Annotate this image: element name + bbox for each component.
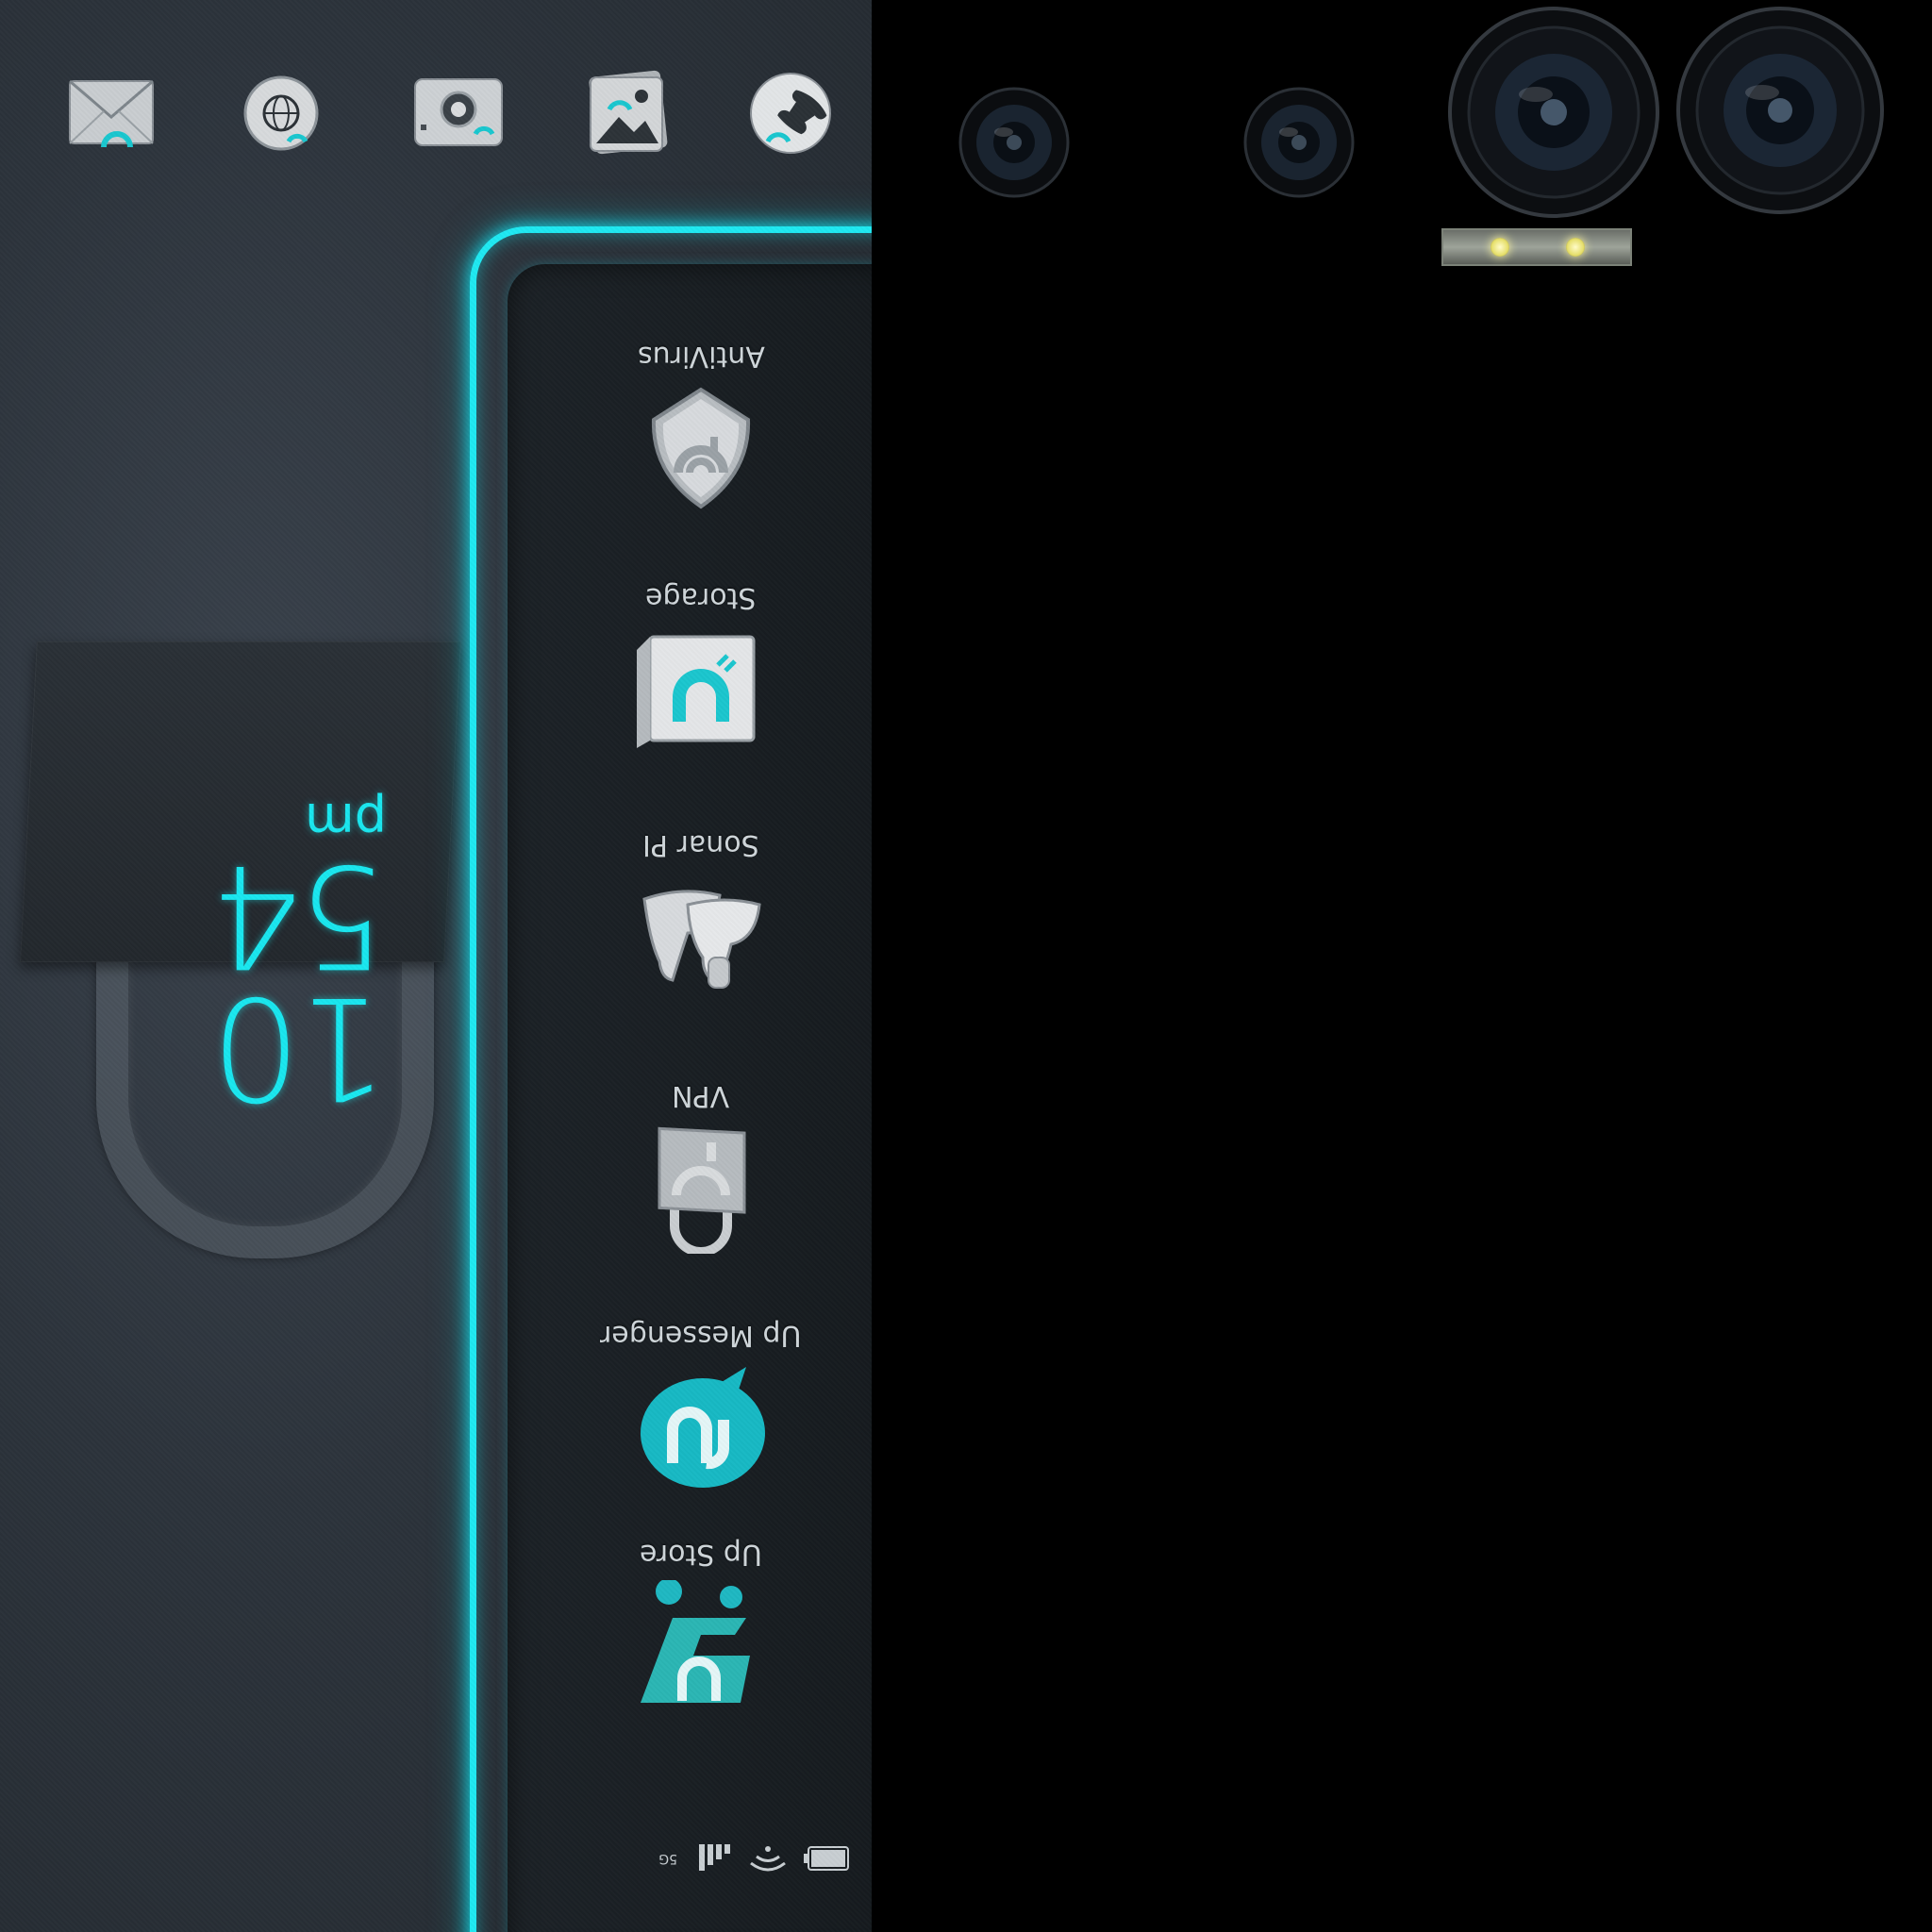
app-antivirus[interactable]: AntiVirus xyxy=(602,340,800,514)
camera-icon[interactable] xyxy=(413,68,504,158)
led-flash xyxy=(1441,228,1632,266)
clock-display: 10 54 pm xyxy=(142,755,387,1129)
app-label: AntiVirus xyxy=(637,340,765,373)
app-up-messenger[interactable]: Up Messenger xyxy=(600,1319,802,1493)
phone-screen: 10 54 pm AntiVirus Storage Sonar PI VPN … xyxy=(0,0,872,1932)
signal-icon xyxy=(694,1842,732,1874)
secondary-camera-lens xyxy=(1675,6,1885,215)
app-sonar-pi[interactable]: Sonar PI xyxy=(602,828,800,1003)
storage-box-icon xyxy=(635,624,767,756)
app-label: Up Messenger xyxy=(600,1319,802,1352)
app-label: Up Store xyxy=(640,1538,762,1571)
globe-icon[interactable] xyxy=(236,68,326,158)
app-vpn[interactable]: VPN xyxy=(602,1079,800,1257)
clock-minute: 54 xyxy=(214,833,387,997)
sonar-icon xyxy=(635,871,767,1003)
shield-icon xyxy=(635,382,767,514)
sensor-lens-small-1 xyxy=(958,87,1070,198)
wifi-icon xyxy=(749,1844,787,1873)
clock-hour: 10 xyxy=(214,965,387,1129)
phone-icon[interactable] xyxy=(745,68,836,158)
app-up-store[interactable]: Up Store xyxy=(602,1538,800,1712)
main-camera-lens xyxy=(1447,6,1660,219)
padlock-icon xyxy=(635,1122,767,1257)
flash-led-1 xyxy=(1491,238,1509,257)
app-label: VPN xyxy=(672,1079,730,1112)
sensor-lens-small-2 xyxy=(1243,87,1355,198)
status-bar: 5G xyxy=(658,1840,849,1877)
app-label: Sonar PI xyxy=(642,828,759,861)
network-type-label: 5G xyxy=(658,1851,677,1866)
store-icon xyxy=(635,1578,767,1712)
flash-led-2 xyxy=(1566,238,1585,257)
app-label: Storage xyxy=(645,581,757,614)
messenger-icon xyxy=(635,1361,767,1493)
app-storage[interactable]: Storage xyxy=(602,581,800,756)
mail-icon[interactable] xyxy=(66,68,157,158)
battery-icon xyxy=(804,1846,849,1871)
gallery-icon[interactable] xyxy=(583,68,674,158)
